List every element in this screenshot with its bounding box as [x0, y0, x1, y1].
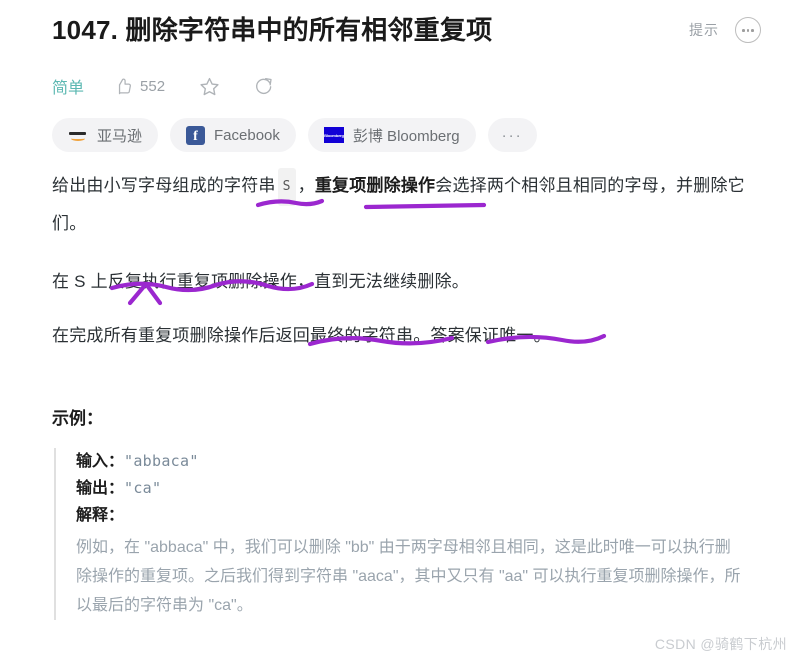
example-input-label: 输入：: [76, 453, 125, 470]
description-paragraph-2: 在 S 上反复执行重复项删除操作，直到无法继续删除。: [52, 272, 469, 291]
company-tag-label: 亚马逊: [97, 127, 143, 145]
description-paragraph-1: 给出由小写字母组成的字符串 S ，重复项删除操作会选择两个相邻且相同的字母，并删除它…: [52, 168, 752, 242]
csdn-watermark: CSDN @骑鹤下杭州: [654, 636, 787, 652]
thumbs-up-icon: [114, 77, 133, 96]
example-input-value: "abbaca": [124, 452, 199, 470]
description-p1-bold: 重复项删除操作: [314, 176, 436, 195]
like-count: 552: [140, 77, 166, 95]
example-heading: 示例：: [52, 409, 103, 428]
company-tag-label: Facebook: [214, 126, 280, 144]
hint-button[interactable]: 提示: [689, 20, 719, 40]
share-icon: [254, 76, 274, 96]
favorite-button[interactable]: [199, 76, 220, 97]
amazon-logo-icon: [68, 129, 88, 142]
example-input-line: 输入："abbaca": [76, 448, 754, 475]
example-output-line: 输出："ca": [76, 475, 754, 502]
more-horizontal-circle-icon[interactable]: [735, 17, 761, 44]
page-title: 1047. 删除字符串中的所有相邻重复项: [52, 15, 493, 45]
company-tag-bloomberg[interactable]: Bloomberg 彭博 Bloomberg: [307, 118, 476, 152]
example-output-label: 输出：: [76, 480, 125, 497]
meta-row: 简单 552: [52, 74, 308, 98]
inline-code-s: S: [277, 168, 296, 206]
difficulty-badge: 简单: [52, 80, 85, 97]
title-actions: 提示: [689, 17, 771, 44]
bloomberg-logo-icon: Bloomberg: [323, 127, 344, 143]
example-block: 输入："abbaca" 输出："ca" 解释： 例如，在 "abbaca" 中，…: [54, 448, 754, 620]
company-tag-amazon[interactable]: 亚马逊: [52, 118, 159, 152]
company-tags: 亚马逊 f Facebook Bloomberg 彭博 Bloomberg ··…: [52, 118, 537, 152]
example-explain-text: 例如，在 "abbaca" 中，我们可以删除 "bb" 由于两字母相邻且相同，这…: [76, 539, 741, 614]
like-button[interactable]: 552: [114, 77, 165, 96]
description-p1-part-a: 给出由小写字母组成的字符串: [52, 176, 276, 195]
example-output-value: "ca": [124, 479, 162, 497]
example-explain-label: 解释：: [76, 507, 125, 524]
example-explain-line: 解释：: [76, 502, 754, 529]
company-tags-more-button[interactable]: ···: [487, 118, 537, 152]
problem-description: 给出由小写字母组成的字符串 S ，重复项删除操作会选择两个相邻且相同的字母，并删除它…: [52, 168, 752, 362]
title-row: 1047. 删除字符串中的所有相邻重复项 提示: [52, 14, 771, 47]
company-tag-label: 彭博 Bloomberg: [352, 127, 460, 145]
company-tag-facebook[interactable]: f Facebook: [170, 118, 296, 152]
share-button[interactable]: [254, 76, 274, 96]
description-p1-part-b: ，: [297, 176, 315, 195]
facebook-logo-icon: f: [186, 125, 206, 145]
star-icon: [199, 76, 220, 97]
description-paragraph-3: 在完成所有重复项删除操作后返回最终的字符串。答案保证唯一。: [52, 326, 551, 345]
problem-page: 1047. 删除字符串中的所有相邻重复项 提示 简单 552 亚马逊 f Fac…: [0, 0, 811, 666]
